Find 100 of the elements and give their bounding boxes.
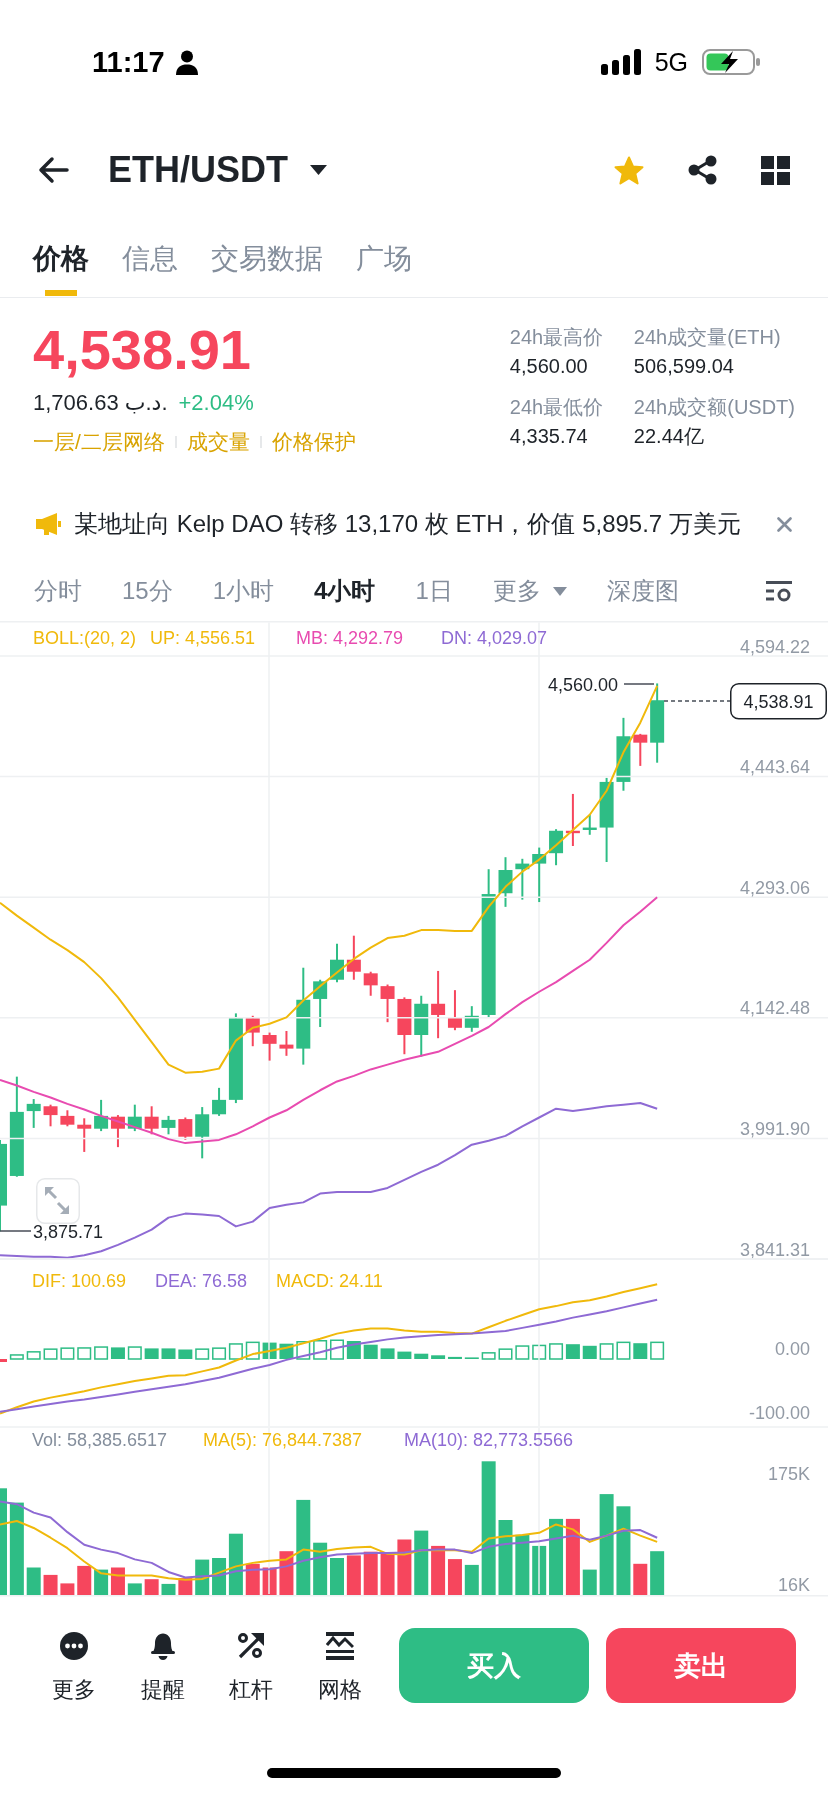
indicator-legend: DEA: 76.58 xyxy=(155,1271,248,1291)
candle xyxy=(26,1098,41,1129)
toolbar-button[interactable]: 提醒 xyxy=(118,1628,207,1704)
axis-label: 175K xyxy=(767,1464,810,1484)
indicator-legend: UP: 4,556.51 xyxy=(150,628,256,648)
tab[interactable]: 交易数据 xyxy=(211,216,323,297)
zigzag-chart-icon xyxy=(325,1632,354,1660)
axis-label: 3,991.90 xyxy=(739,1118,810,1139)
candle xyxy=(178,1116,193,1141)
caret-icon xyxy=(552,586,567,596)
candle xyxy=(515,857,530,901)
candle xyxy=(110,1114,125,1149)
candle xyxy=(77,1117,92,1153)
price-change: +2.04% xyxy=(178,390,254,416)
candle xyxy=(532,846,547,904)
stat-value: 22.44亿 xyxy=(633,424,704,449)
indicator-legend: MACD: 24.11 xyxy=(276,1271,383,1291)
stat-label: 24h成交量(ETH) xyxy=(633,325,781,350)
axis-label: 4,142.48 xyxy=(739,998,810,1019)
buy-button[interactable]: 买入 xyxy=(399,1628,589,1703)
person-icon xyxy=(174,49,199,75)
candle xyxy=(582,813,597,836)
candle xyxy=(60,1109,75,1128)
candle xyxy=(565,792,580,847)
stat-value: 506,599.04 xyxy=(633,354,734,379)
candle xyxy=(464,1005,479,1033)
chart-settings-icon[interactable] xyxy=(766,580,792,602)
indicator-legend: DIF: 100.69 xyxy=(32,1271,127,1291)
interval-tab[interactable]: 更多 xyxy=(492,571,567,611)
last-price-tag: 4,538.91 xyxy=(730,683,827,720)
announcement-text[interactable]: 某地址向 Kelp DAO 转移 13,170 枚 ETH，价值 5,895.7 万美元 xyxy=(74,508,741,540)
tab[interactable]: 广场 xyxy=(356,216,412,297)
candle xyxy=(94,1098,109,1133)
axis-label: -100.00 xyxy=(748,1403,810,1424)
back-arrow-icon[interactable] xyxy=(37,156,69,184)
bell-icon xyxy=(148,1632,177,1660)
candle xyxy=(245,1014,260,1048)
candle xyxy=(633,732,648,767)
low-marker-line xyxy=(0,1230,32,1232)
candle xyxy=(330,942,344,984)
interval-tab[interactable]: 深度图 xyxy=(606,571,679,611)
candle xyxy=(195,1106,210,1160)
indicator-legend: MB: 4,292.79 xyxy=(296,628,404,648)
axis-label: 16K xyxy=(777,1575,810,1596)
megaphone-icon xyxy=(36,513,61,535)
candle xyxy=(414,994,429,1058)
candle xyxy=(346,934,361,981)
interval-tab[interactable]: 4小时 xyxy=(314,571,376,611)
grid-layout-icon[interactable] xyxy=(761,155,790,185)
last-price: 4,538.91 xyxy=(33,318,251,382)
toolbar-button[interactable]: 杠杆 xyxy=(207,1628,296,1704)
axis-label: 4,443.64 xyxy=(739,757,810,778)
chart-title: BOLL:(20, 2) xyxy=(33,628,137,648)
indicator-legend: MA(10): 82,773.5566 xyxy=(404,1430,574,1450)
interval-tab[interactable]: 分时 xyxy=(34,571,82,611)
candle xyxy=(313,978,328,1028)
tab[interactable]: 价格 xyxy=(33,216,89,297)
interval-tab[interactable]: 1日 xyxy=(415,571,453,611)
candle xyxy=(549,828,564,867)
tag-link[interactable]: 成交量 xyxy=(186,428,250,456)
caret-icon xyxy=(310,165,327,175)
interval-tab[interactable]: 1小时 xyxy=(212,571,275,611)
pair-selector[interactable]: ETH/USDT xyxy=(108,149,327,191)
stat-label: 24h成交额(USDT) xyxy=(633,395,795,420)
axis-label: 4,594.22 xyxy=(739,636,810,657)
high-price-label: 4,560.00 xyxy=(547,675,618,695)
expand-arrows-icon xyxy=(45,1187,69,1214)
status-time: 11:17 xyxy=(92,45,165,79)
indicator-legend: MA(5): 76,844.7387 xyxy=(203,1430,363,1450)
signal-icon xyxy=(600,49,641,75)
toolbar-button[interactable]: 更多 xyxy=(30,1628,119,1704)
candle xyxy=(161,1114,176,1136)
fiat-price: 1,706.63 د.ب. xyxy=(33,390,168,416)
battery-icon xyxy=(702,49,760,75)
interval-tab[interactable]: 15分 xyxy=(122,571,173,611)
share-icon[interactable] xyxy=(688,155,717,185)
toolbar-button[interactable]: 网格 xyxy=(295,1628,384,1704)
low-price-label: 3,875.71 xyxy=(33,1221,104,1242)
axis-label: 4,293.06 xyxy=(739,877,810,898)
indicator-legend: DN: 4,029.07 xyxy=(441,628,548,648)
candle xyxy=(127,1103,142,1133)
tag-link[interactable]: 一层/二层网络 xyxy=(33,428,165,456)
tag-link[interactable]: 价格保护 xyxy=(271,428,356,456)
close-icon[interactable] xyxy=(777,516,792,532)
network-label: 5G xyxy=(654,47,688,77)
candle xyxy=(262,1031,277,1062)
candle xyxy=(498,856,513,908)
indicator-legend: Vol: 58,385.6517 xyxy=(32,1430,168,1450)
stat-value: 4,560.00 xyxy=(509,354,588,379)
tab[interactable]: 信息 xyxy=(122,216,178,297)
stat-value: 4,335.74 xyxy=(509,424,588,449)
sell-button[interactable]: 卖出 xyxy=(606,1628,796,1703)
ellipsis-icon xyxy=(60,1632,89,1660)
candle xyxy=(43,1103,58,1128)
stat-label: 24h最低价 xyxy=(509,395,604,420)
candle xyxy=(363,970,378,997)
candle xyxy=(279,1030,294,1057)
stat-label: 24h最高价 xyxy=(509,325,604,350)
high-marker-line xyxy=(623,683,655,685)
star-icon[interactable] xyxy=(614,155,644,185)
